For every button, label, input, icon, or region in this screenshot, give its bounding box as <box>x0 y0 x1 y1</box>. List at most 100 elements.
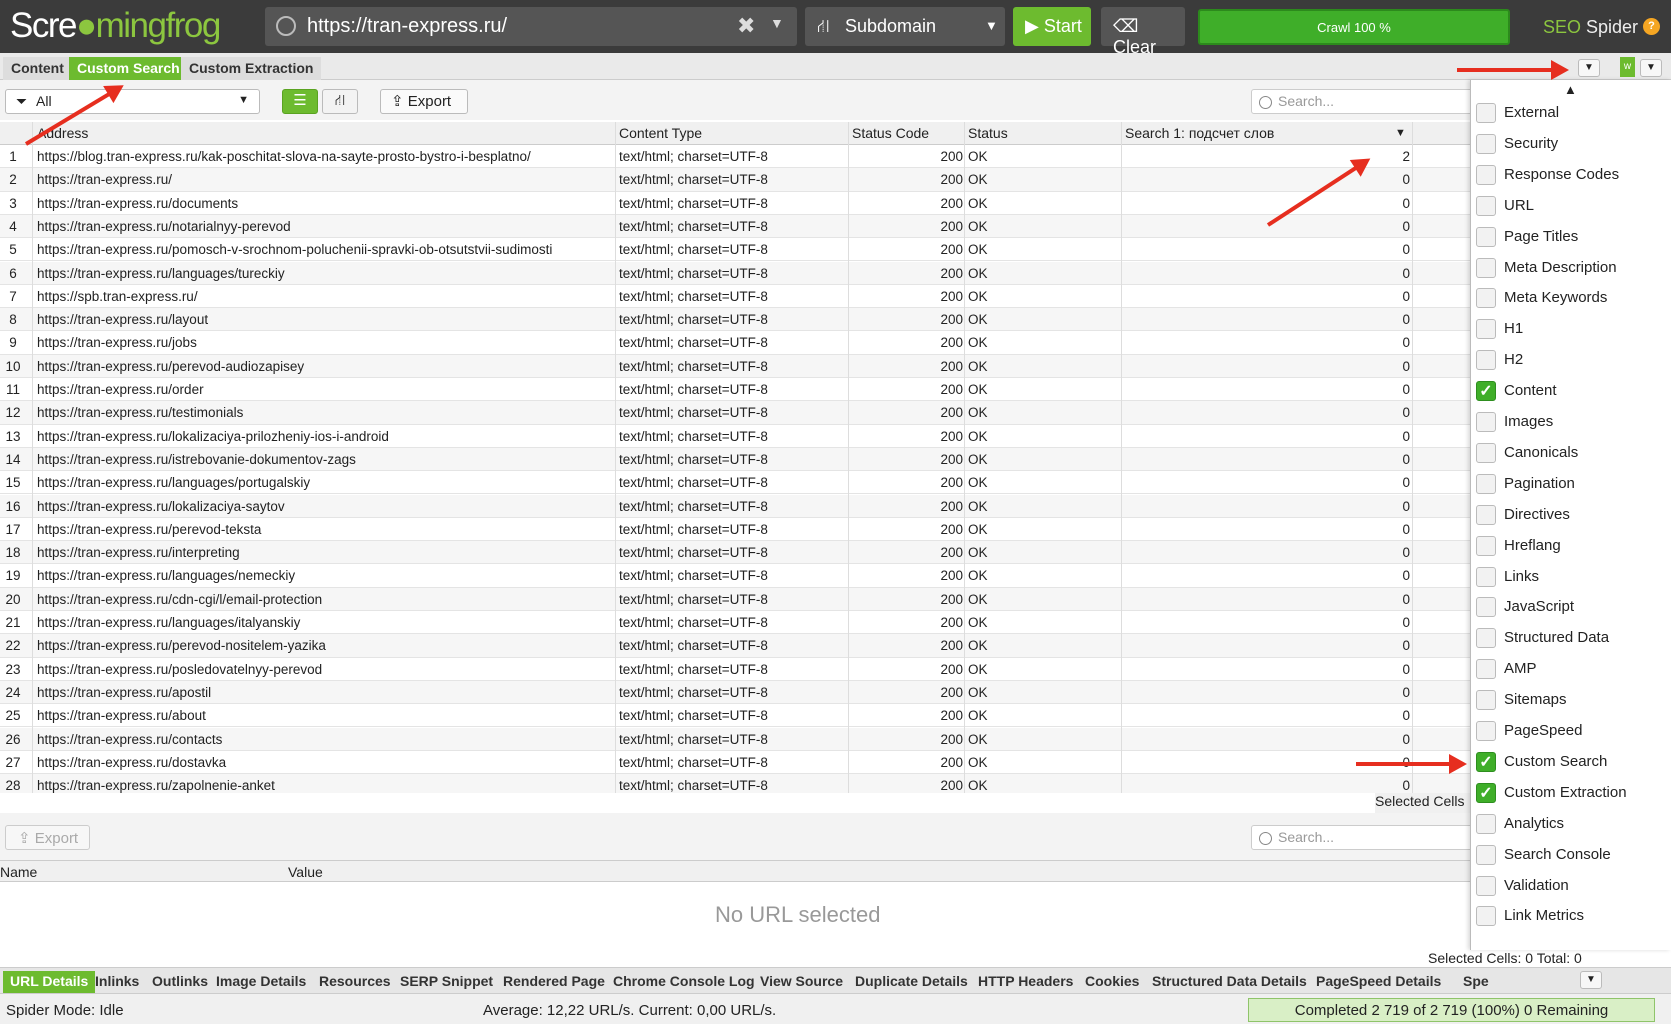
checkbox[interactable] <box>1476 844 1496 865</box>
tab-custom-search[interactable]: Custom Search <box>69 57 188 80</box>
table-row[interactable]: 23 https://tran-express.ru/posledovatelny… <box>0 658 1470 681</box>
checkbox[interactable] <box>1476 195 1496 216</box>
table-row[interactable]: 28 https://tran-express.ru/zapolnenie-ank… <box>0 774 1470 793</box>
menu-item[interactable]: Links <box>1471 561 1671 592</box>
checkbox[interactable] <box>1476 257 1496 278</box>
col-search-1[interactable]: Search 1: подсчет слов <box>1125 125 1274 141</box>
checkbox[interactable] <box>1476 690 1496 711</box>
checkbox[interactable] <box>1476 906 1496 927</box>
col-status[interactable]: Status <box>968 125 1008 141</box>
tabs-dropdown-button[interactable]: ▼ <box>1578 59 1600 77</box>
menu-item[interactable]: AMP <box>1471 653 1671 684</box>
tab-custom-extraction[interactable]: Custom Extraction <box>181 57 322 80</box>
menu-item[interactable]: PageSpeed <box>1471 715 1671 746</box>
bottom-tab[interactable]: HTTP Headers <box>978 971 1073 993</box>
table-row[interactable]: 16 https://tran-express.ru/lokalizaciya-s… <box>0 494 1470 518</box>
menu-item[interactable]: Search Console <box>1471 839 1671 870</box>
checkbox[interactable] <box>1476 103 1496 123</box>
url-input[interactable]: https://tran-express.ru/ ✖ ▼ <box>265 7 797 46</box>
checkbox[interactable] <box>1476 659 1496 680</box>
table-row[interactable]: 4 https://tran-express.ru/notarialnyy-per… <box>0 214 1470 239</box>
checkbox[interactable] <box>1476 164 1496 185</box>
menu-item[interactable]: Security <box>1471 128 1671 159</box>
menu-item[interactable]: Meta Description <box>1471 252 1671 283</box>
checkbox[interactable] <box>1476 319 1496 340</box>
table-row[interactable]: 14 https://tran-express.ru/istrebovanie-d… <box>0 447 1470 472</box>
table-row[interactable]: 10 https://tran-express.ru/perevod-audioz… <box>0 354 1470 378</box>
bottom-tab[interactable]: Resources <box>319 971 391 993</box>
checkbox[interactable]: ✓ <box>1476 751 1496 772</box>
bottom-tab[interactable]: URL Details <box>3 971 96 993</box>
start-button[interactable]: ▶ Start <box>1013 7 1091 46</box>
bottom-tab[interactable]: PageSpeed Details <box>1316 971 1441 993</box>
clear-button[interactable]: ⌫ Clear <box>1101 7 1185 57</box>
menu-item[interactable]: Link Metrics <box>1471 900 1671 931</box>
table-row[interactable]: 7 https://spb.tran-express.ru/text/html; … <box>0 285 1470 309</box>
table-row[interactable]: 11 https://tran-express.ru/order text/html… <box>0 378 1470 402</box>
menu-item[interactable]: Directives <box>1471 499 1671 530</box>
help-icon[interactable]: ? <box>1643 18 1660 35</box>
bottom-tab[interactable]: Duplicate Details <box>855 971 968 993</box>
checkbox[interactable] <box>1476 473 1496 494</box>
bottom-tab[interactable]: Chrome Console Log <box>613 971 755 993</box>
checkbox[interactable] <box>1476 813 1496 834</box>
menu-item[interactable]: H1 <box>1471 313 1671 344</box>
menu-item[interactable]: Canonicals <box>1471 437 1671 468</box>
url-history-dropdown-icon[interactable]: ▼ <box>770 15 784 31</box>
table-row[interactable]: 22 https://tran-express.ru/perevod-nosite… <box>0 634 1470 658</box>
table-row[interactable]: 5 https://tran-express.ru/pomosch-v-sroch… <box>0 238 1470 262</box>
menu-item[interactable]: ✓ Custom Extraction <box>1471 777 1671 808</box>
menu-item[interactable]: Analytics <box>1471 808 1671 839</box>
bottom-tab[interactable]: View Source <box>760 971 843 993</box>
table-row[interactable]: 27 https://tran-express.ru/dostavka text/h… <box>0 751 1470 775</box>
table-row[interactable]: 17 https://tran-express.ru/perevod-teksta… <box>0 518 1470 542</box>
table-row[interactable]: 24 https://tran-express.ru/apostil text/ht… <box>0 680 1470 705</box>
bottom-tab[interactable]: Image Details <box>216 971 306 993</box>
table-row[interactable]: 21 https://tran-express.ru/languages/ital… <box>0 611 1470 635</box>
bottom-tab[interactable]: Structured Data Details <box>1152 971 1307 993</box>
menu-item[interactable]: Meta Keywords <box>1471 282 1671 313</box>
tab-overflow-indicator[interactable]: w <box>1620 57 1635 77</box>
crawl-mode-select[interactable]: ⛙ Subdomain ▼ <box>805 7 1005 46</box>
table-row[interactable]: 26 https://tran-express.ru/contacts text/h… <box>0 727 1470 751</box>
checkbox[interactable] <box>1476 442 1496 463</box>
menu-item[interactable]: Validation <box>1471 870 1671 901</box>
table-row[interactable]: 18 https://tran-express.ru/interpreting te… <box>0 541 1470 565</box>
checkbox[interactable] <box>1476 721 1496 741</box>
menu-item[interactable]: Page Titles <box>1471 221 1671 252</box>
checkbox[interactable] <box>1476 566 1496 587</box>
tab-content[interactable]: Content <box>3 57 72 80</box>
menu-item[interactable]: ✓ Content <box>1471 375 1671 406</box>
col-content-type[interactable]: Content Type <box>619 125 702 141</box>
table-row[interactable]: 20 https://tran-express.ru/cdn-cgi/l/emai… <box>0 587 1470 611</box>
table-row[interactable]: 25 https://tran-express.ru/about text/html… <box>0 704 1470 728</box>
filter-select[interactable]: ⏷ All ▼ <box>5 89 260 114</box>
menu-item[interactable]: URL <box>1471 190 1671 221</box>
checkbox[interactable] <box>1476 504 1496 525</box>
sort-desc-icon[interactable]: ▼ <box>1395 127 1406 139</box>
table-row[interactable]: 12 https://tran-express.ru/testimonials te… <box>0 401 1470 425</box>
menu-item[interactable]: Structured Data <box>1471 622 1671 653</box>
checkbox[interactable] <box>1476 288 1496 309</box>
details-search-input[interactable]: Search... <box>1251 825 1481 850</box>
table-row[interactable]: 6 https://tran-express.ru/languages/turec… <box>0 261 1470 285</box>
col-name[interactable]: Name <box>0 864 37 880</box>
checkbox[interactable] <box>1476 412 1496 432</box>
checkbox[interactable] <box>1476 875 1496 896</box>
menu-item[interactable]: Hreflang <box>1471 530 1671 561</box>
tree-view-button[interactable]: ⛙ <box>322 89 358 114</box>
table-row[interactable]: 13 https://tran-express.ru/lokalizaciya-p… <box>0 425 1470 448</box>
menu-item[interactable]: Pagination <box>1471 468 1671 499</box>
table-row[interactable]: 8 https://tran-express.ru/layout text/html… <box>0 308 1470 332</box>
col-value[interactable]: Value <box>288 864 323 880</box>
table-row[interactable]: 3 https://tran-express.ru/documents text/h… <box>0 192 1470 215</box>
checkbox[interactable] <box>1476 628 1496 649</box>
table-row[interactable]: 1 https://blog.tran-express.ru/kak-poschi… <box>0 145 1470 169</box>
menu-item[interactable]: H2 <box>1471 344 1671 375</box>
list-view-button[interactable]: ☰ <box>282 89 318 114</box>
menu-item[interactable]: External <box>1471 97 1671 128</box>
checkbox[interactable]: ✓ <box>1476 782 1496 803</box>
search-input[interactable]: Search... <box>1251 89 1481 114</box>
bottom-tabs-overflow-button[interactable]: ▼ <box>1580 971 1602 989</box>
checkbox[interactable] <box>1476 350 1496 371</box>
